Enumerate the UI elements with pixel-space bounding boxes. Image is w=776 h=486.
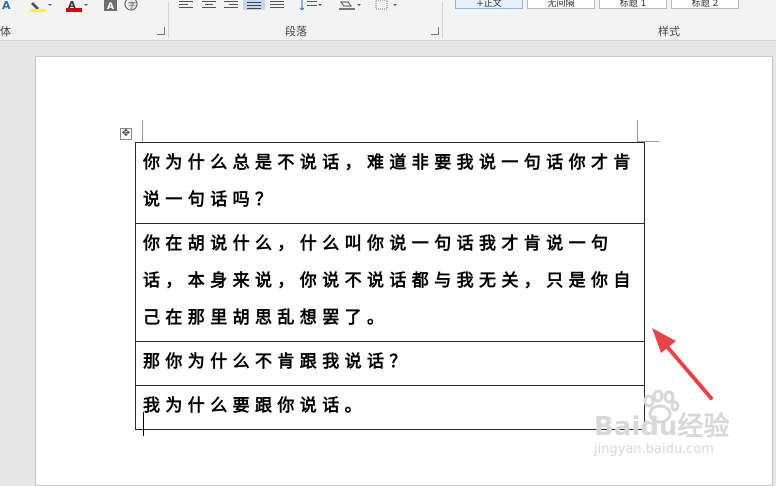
baidu-watermark: Baidu经验 jingyan.baidu.com: [588, 388, 776, 468]
watermark-brand: Baidu经验: [594, 412, 730, 442]
watermark-url: jingyan.baidu.com: [594, 442, 714, 457]
